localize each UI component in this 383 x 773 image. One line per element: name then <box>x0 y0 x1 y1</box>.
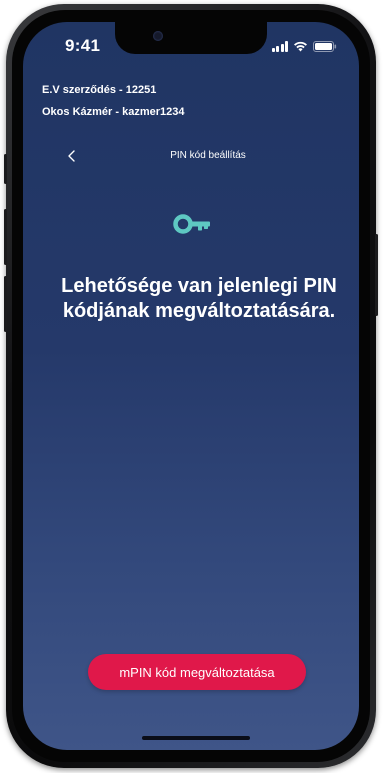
wifi-icon <box>293 41 308 52</box>
page-title: PIN kód beállítás <box>170 150 246 161</box>
status-time: 9:41 <box>65 36 101 55</box>
side-button <box>4 154 7 184</box>
navigation-bar: PIN kód beállítás <box>23 142 359 170</box>
user-label: Okos Kázmér - kazmer1234 <box>42 106 185 118</box>
info-message: Lehetősége van jelenlegi PIN kódjának me… <box>61 275 337 322</box>
cellular-signal-icon <box>271 41 288 52</box>
power-button <box>375 234 378 316</box>
volume-up-button <box>4 209 7 265</box>
volume-down-button <box>4 276 7 332</box>
battery-icon <box>313 41 337 52</box>
key-icon <box>173 212 213 241</box>
phone-frame: 9:41 E.V szerződés - 12251 Okos Kázmér -… <box>4 4 378 768</box>
change-pin-button[interactable]: mPIN kód megváltoztatása <box>88 654 306 690</box>
notch <box>115 22 267 54</box>
app-screen: 9:41 E.V szerződés - 12251 Okos Kázmér -… <box>23 22 359 750</box>
front-camera <box>153 31 163 41</box>
contract-label: E.V szerződés - 12251 <box>42 84 157 96</box>
home-indicator[interactable] <box>142 736 250 740</box>
status-icons <box>271 41 338 52</box>
